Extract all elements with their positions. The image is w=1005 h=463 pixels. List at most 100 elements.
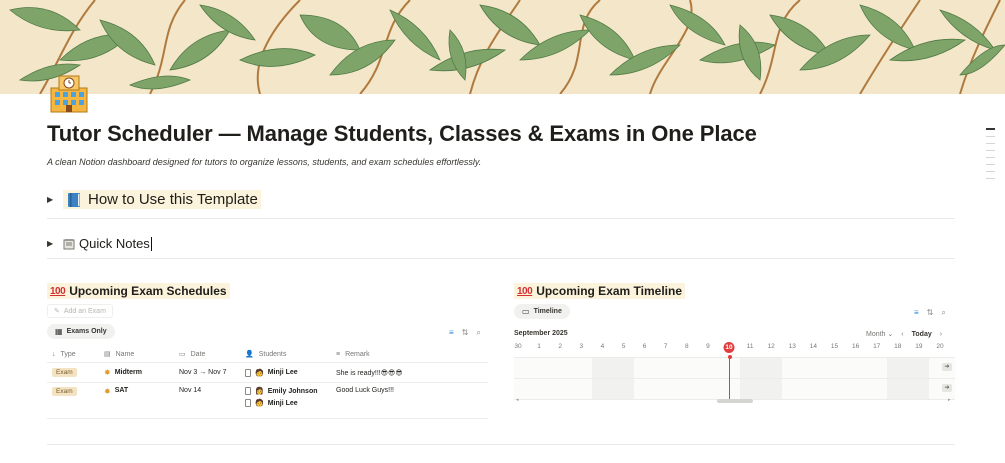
timeline-day-label: 30 xyxy=(514,343,522,350)
hundred-points-icon: 100 xyxy=(517,285,533,297)
toggle-arrow-icon[interactable]: ▶ xyxy=(47,239,63,248)
table-icon: ▦ xyxy=(55,327,63,336)
table-row[interactable]: Exam ✸ SAT Nov 14 👩 Emily Johnson 🧑 Minji L… xyxy=(47,383,488,419)
student-link[interactable]: 👩 Emily Johnson xyxy=(245,387,318,395)
timeline-month-label: September 2025 xyxy=(514,330,568,337)
add-exam-button[interactable]: ✎ Add an Exam xyxy=(47,304,113,318)
timeline-day-label: 13 xyxy=(788,343,796,350)
timeline-icon: ▭ xyxy=(522,307,530,316)
filter-icon[interactable]: ≡ xyxy=(449,328,454,338)
column-header-name[interactable]: ▤ Name xyxy=(104,350,179,359)
text-caret xyxy=(150,236,152,251)
exam-date[interactable]: Nov 14 xyxy=(179,387,245,418)
doc-icon: ▤ xyxy=(104,351,111,358)
sort-icon[interactable]: ⇅ xyxy=(927,308,934,318)
timeline-day-label: 18 xyxy=(894,343,902,350)
timeline-day-label: 4 xyxy=(600,343,605,350)
chevron-down-icon: ⌄ xyxy=(887,331,894,338)
next-arrow-icon[interactable]: › xyxy=(940,331,942,338)
student-avatar-icon: 🧑 xyxy=(255,369,264,377)
timeline-day-label: 10 xyxy=(723,342,735,353)
search-icon[interactable]: ⌕ xyxy=(941,308,945,318)
exam-table: ↓ Type ▤ Name ▭ Date 👤 Students ≡ Remark Exam… xyxy=(47,346,488,419)
divider xyxy=(47,258,955,259)
timeline-day-label: 17 xyxy=(873,343,881,350)
scroll-left-arrow-icon[interactable]: ◂ xyxy=(516,397,519,403)
horizontal-scrollbar[interactable] xyxy=(717,399,753,403)
today-button[interactable]: Today xyxy=(912,331,932,338)
timeline-day-label: 5 xyxy=(621,343,626,350)
today-marker-dot xyxy=(727,355,732,359)
toc-line[interactable] xyxy=(986,177,995,179)
sort-icon[interactable]: ⇅ xyxy=(462,328,469,338)
column-header-students[interactable]: 👤 Students xyxy=(245,350,336,359)
jump-to-item-icon[interactable]: ➔ xyxy=(942,384,952,392)
timeline-db-title[interactable]: 100 Upcoming Exam Timeline xyxy=(514,283,686,299)
student-link[interactable]: 🧑 Minji Lee xyxy=(245,368,298,377)
timeline-day-label: 6 xyxy=(642,343,647,350)
scale-select[interactable]: Month ⌄ xyxy=(866,330,893,338)
prev-arrow-icon[interactable]: ‹ xyxy=(901,331,903,338)
timeline-day-label: 12 xyxy=(767,343,775,350)
timeline-day-label: 14 xyxy=(809,343,818,350)
exam-remark[interactable]: Good Luck Guys!!! xyxy=(336,387,488,418)
timeline-controls: Month ⌄ ‹ Today › xyxy=(866,330,942,339)
toggle-arrow-icon[interactable]: ▶ xyxy=(47,195,63,204)
timeline-day-label: 16 xyxy=(851,343,860,350)
type-tag[interactable]: Exam xyxy=(52,368,77,377)
hundred-points-icon: 100 xyxy=(50,285,66,297)
table-of-contents-minimap[interactable] xyxy=(986,128,995,179)
table-row[interactable]: Exam ✸ Midterm Nov 3 → Nov 7 🧑 Minji Lee S… xyxy=(47,363,488,383)
toc-line[interactable] xyxy=(986,149,995,151)
search-icon[interactable]: ⌕ xyxy=(476,328,480,338)
exam-name[interactable]: Midterm xyxy=(115,369,142,376)
exam-remark[interactable]: She is ready!!!😎😎😎 xyxy=(336,369,488,377)
student-avatar-icon: 🧑 xyxy=(255,400,264,407)
page-subtitle[interactable]: A clean Notion dashboard designed for tu… xyxy=(47,157,481,167)
today-marker-line xyxy=(729,356,730,400)
timeline-day-label: 20 xyxy=(936,343,944,350)
toc-line[interactable] xyxy=(986,135,995,137)
timeline-day-label: 8 xyxy=(684,343,689,350)
notepad-icon xyxy=(63,238,75,250)
view-tab-timeline[interactable]: ▭ Timeline xyxy=(514,304,570,319)
page-title[interactable]: Tutor Scheduler — Manage Students, Class… xyxy=(47,121,757,147)
arrow-down-icon: ↓ xyxy=(52,350,56,358)
doc-icon xyxy=(245,368,251,377)
toggle-label: How to Use this Template xyxy=(88,191,258,208)
timeline-day-label: 7 xyxy=(663,343,668,350)
exam-db-title[interactable]: 100 Upcoming Exam Schedules xyxy=(47,283,230,299)
jump-to-item-icon[interactable]: ➔ xyxy=(942,363,952,371)
toggle-quick-notes[interactable]: ▶ Quick Notes xyxy=(47,236,152,251)
toc-line[interactable] xyxy=(986,170,995,172)
timeline-day-label: 1 xyxy=(537,343,541,350)
type-tag[interactable]: Exam xyxy=(52,387,77,396)
timeline-row-divider xyxy=(514,378,955,379)
timeline-day-label: 3 xyxy=(579,343,584,350)
student-link[interactable]: 🧑 Minji Lee xyxy=(245,399,318,407)
toggle-how-to-use[interactable]: ▶ How to Use this Template xyxy=(47,190,261,209)
school-building-icon[interactable] xyxy=(47,70,91,114)
toc-line[interactable] xyxy=(986,156,995,158)
toc-line[interactable] xyxy=(986,128,995,130)
column-header-date[interactable]: ▭ Date xyxy=(179,350,245,359)
view-tab-exams-only[interactable]: ▦ Exams Only xyxy=(47,324,115,339)
timeline-day-label: 11 xyxy=(746,343,754,350)
exam-name[interactable]: SAT xyxy=(115,387,128,394)
column-header-type[interactable]: ↓ Type xyxy=(47,351,104,358)
toc-line[interactable] xyxy=(986,142,995,144)
weekend-band xyxy=(739,358,782,400)
text-icon: ≡ xyxy=(336,350,341,358)
calendar-icon: ▭ xyxy=(179,351,186,358)
timeline-grid[interactable]: ➔ ➔ xyxy=(514,357,955,400)
column-header-remark[interactable]: ≡ Remark xyxy=(336,351,488,358)
sun-icon: ✸ xyxy=(104,387,111,396)
filter-icon[interactable]: ≡ xyxy=(914,308,919,318)
exam-date[interactable]: Nov 3 → Nov 7 xyxy=(179,369,245,376)
toc-line[interactable] xyxy=(986,163,995,165)
timeline-day-label: 9 xyxy=(706,343,710,350)
doc-icon xyxy=(245,399,251,407)
timeline-toolbar: ≡ ⇅ ⌕ xyxy=(914,308,946,318)
person-icon: 👤 xyxy=(245,351,254,358)
scroll-right-arrow-icon[interactable]: ▸ xyxy=(948,397,951,403)
